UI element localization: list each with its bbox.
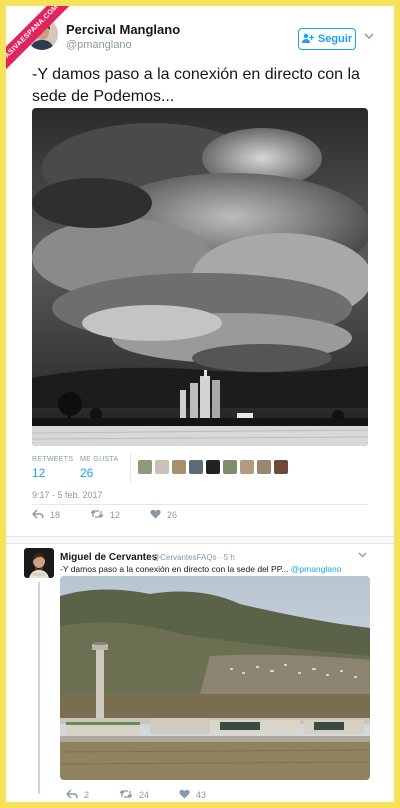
avatar[interactable] [223, 460, 237, 474]
tweet-text: -Y damos paso a la conexión en directo c… [32, 66, 360, 105]
retweet-count: 24 [139, 790, 150, 800]
like-count: 26 [167, 510, 178, 520]
retweet-icon [119, 789, 133, 801]
tweet-photo-prison[interactable] [60, 576, 370, 780]
tweet-text: -Y damos paso a la conexión en directo c… [60, 564, 380, 574]
reply-icon [32, 509, 44, 521]
reply-button[interactable]: 18 [32, 509, 60, 521]
tweet-timestamp[interactable]: 9:17 - 5 feb. 2017 [32, 490, 103, 500]
author-name[interactable]: Miguel de Cervantes [60, 552, 157, 563]
tweet-body: -Y damos paso a la conexión en directo c… [60, 564, 289, 574]
mention-link[interactable]: @pmanglano [291, 564, 342, 574]
chevron-down-icon[interactable] [364, 32, 374, 43]
avatar[interactable] [24, 548, 54, 578]
tweet-actions: 2 24 43 [66, 789, 236, 801]
screenshot-frame: ASIVAESPANA.COM Percival Manglano @pmang… [6, 6, 394, 802]
like-count: 43 [196, 790, 207, 800]
reply-icon [66, 789, 78, 801]
heart-icon [179, 789, 190, 801]
tweet-photo-storm[interactable] [32, 108, 368, 446]
stats-divider [130, 454, 131, 482]
avatar[interactable] [206, 460, 220, 474]
tweet-separator [6, 536, 394, 544]
avatar[interactable] [189, 460, 203, 474]
reply-count: 2 [84, 790, 90, 800]
engagement-stats: RETWEETS 12 ME GUSTA 26 [32, 452, 368, 484]
add-user-icon [301, 33, 314, 46]
author-name[interactable]: Percival Manglano [66, 22, 180, 37]
tweet-actions: 18 12 26 [32, 509, 207, 521]
likes-count[interactable]: 26 [80, 466, 93, 480]
retweet-count: 12 [110, 510, 121, 520]
thread-line [38, 582, 40, 794]
avatar[interactable] [240, 460, 254, 474]
author-handle[interactable]: @CervantesFAQs · 5 h [152, 553, 235, 562]
avatar[interactable] [138, 460, 152, 474]
liker-avatars [138, 460, 288, 474]
reply-count: 18 [50, 510, 61, 520]
avatar[interactable] [274, 460, 288, 474]
avatar[interactable] [257, 460, 271, 474]
avatar[interactable] [155, 460, 169, 474]
follow-label: Seguir [317, 33, 353, 45]
retweet-button[interactable]: 24 [119, 789, 149, 801]
retweets-label: RETWEETS [32, 456, 74, 463]
heart-icon [150, 509, 161, 521]
reply-button[interactable]: 2 [66, 789, 89, 801]
author-handle[interactable]: @pmanglano [66, 39, 132, 51]
likes-label: ME GUSTA [80, 456, 119, 463]
avatar[interactable] [172, 460, 186, 474]
like-button[interactable]: 26 [150, 509, 177, 521]
divider [32, 504, 368, 505]
retweets-count[interactable]: 12 [32, 466, 45, 480]
retweet-icon [90, 509, 104, 521]
chevron-down-icon[interactable] [358, 550, 367, 560]
follow-button[interactable]: Seguir [298, 28, 356, 50]
like-button[interactable]: 43 [179, 789, 206, 801]
retweet-button[interactable]: 12 [90, 509, 120, 521]
